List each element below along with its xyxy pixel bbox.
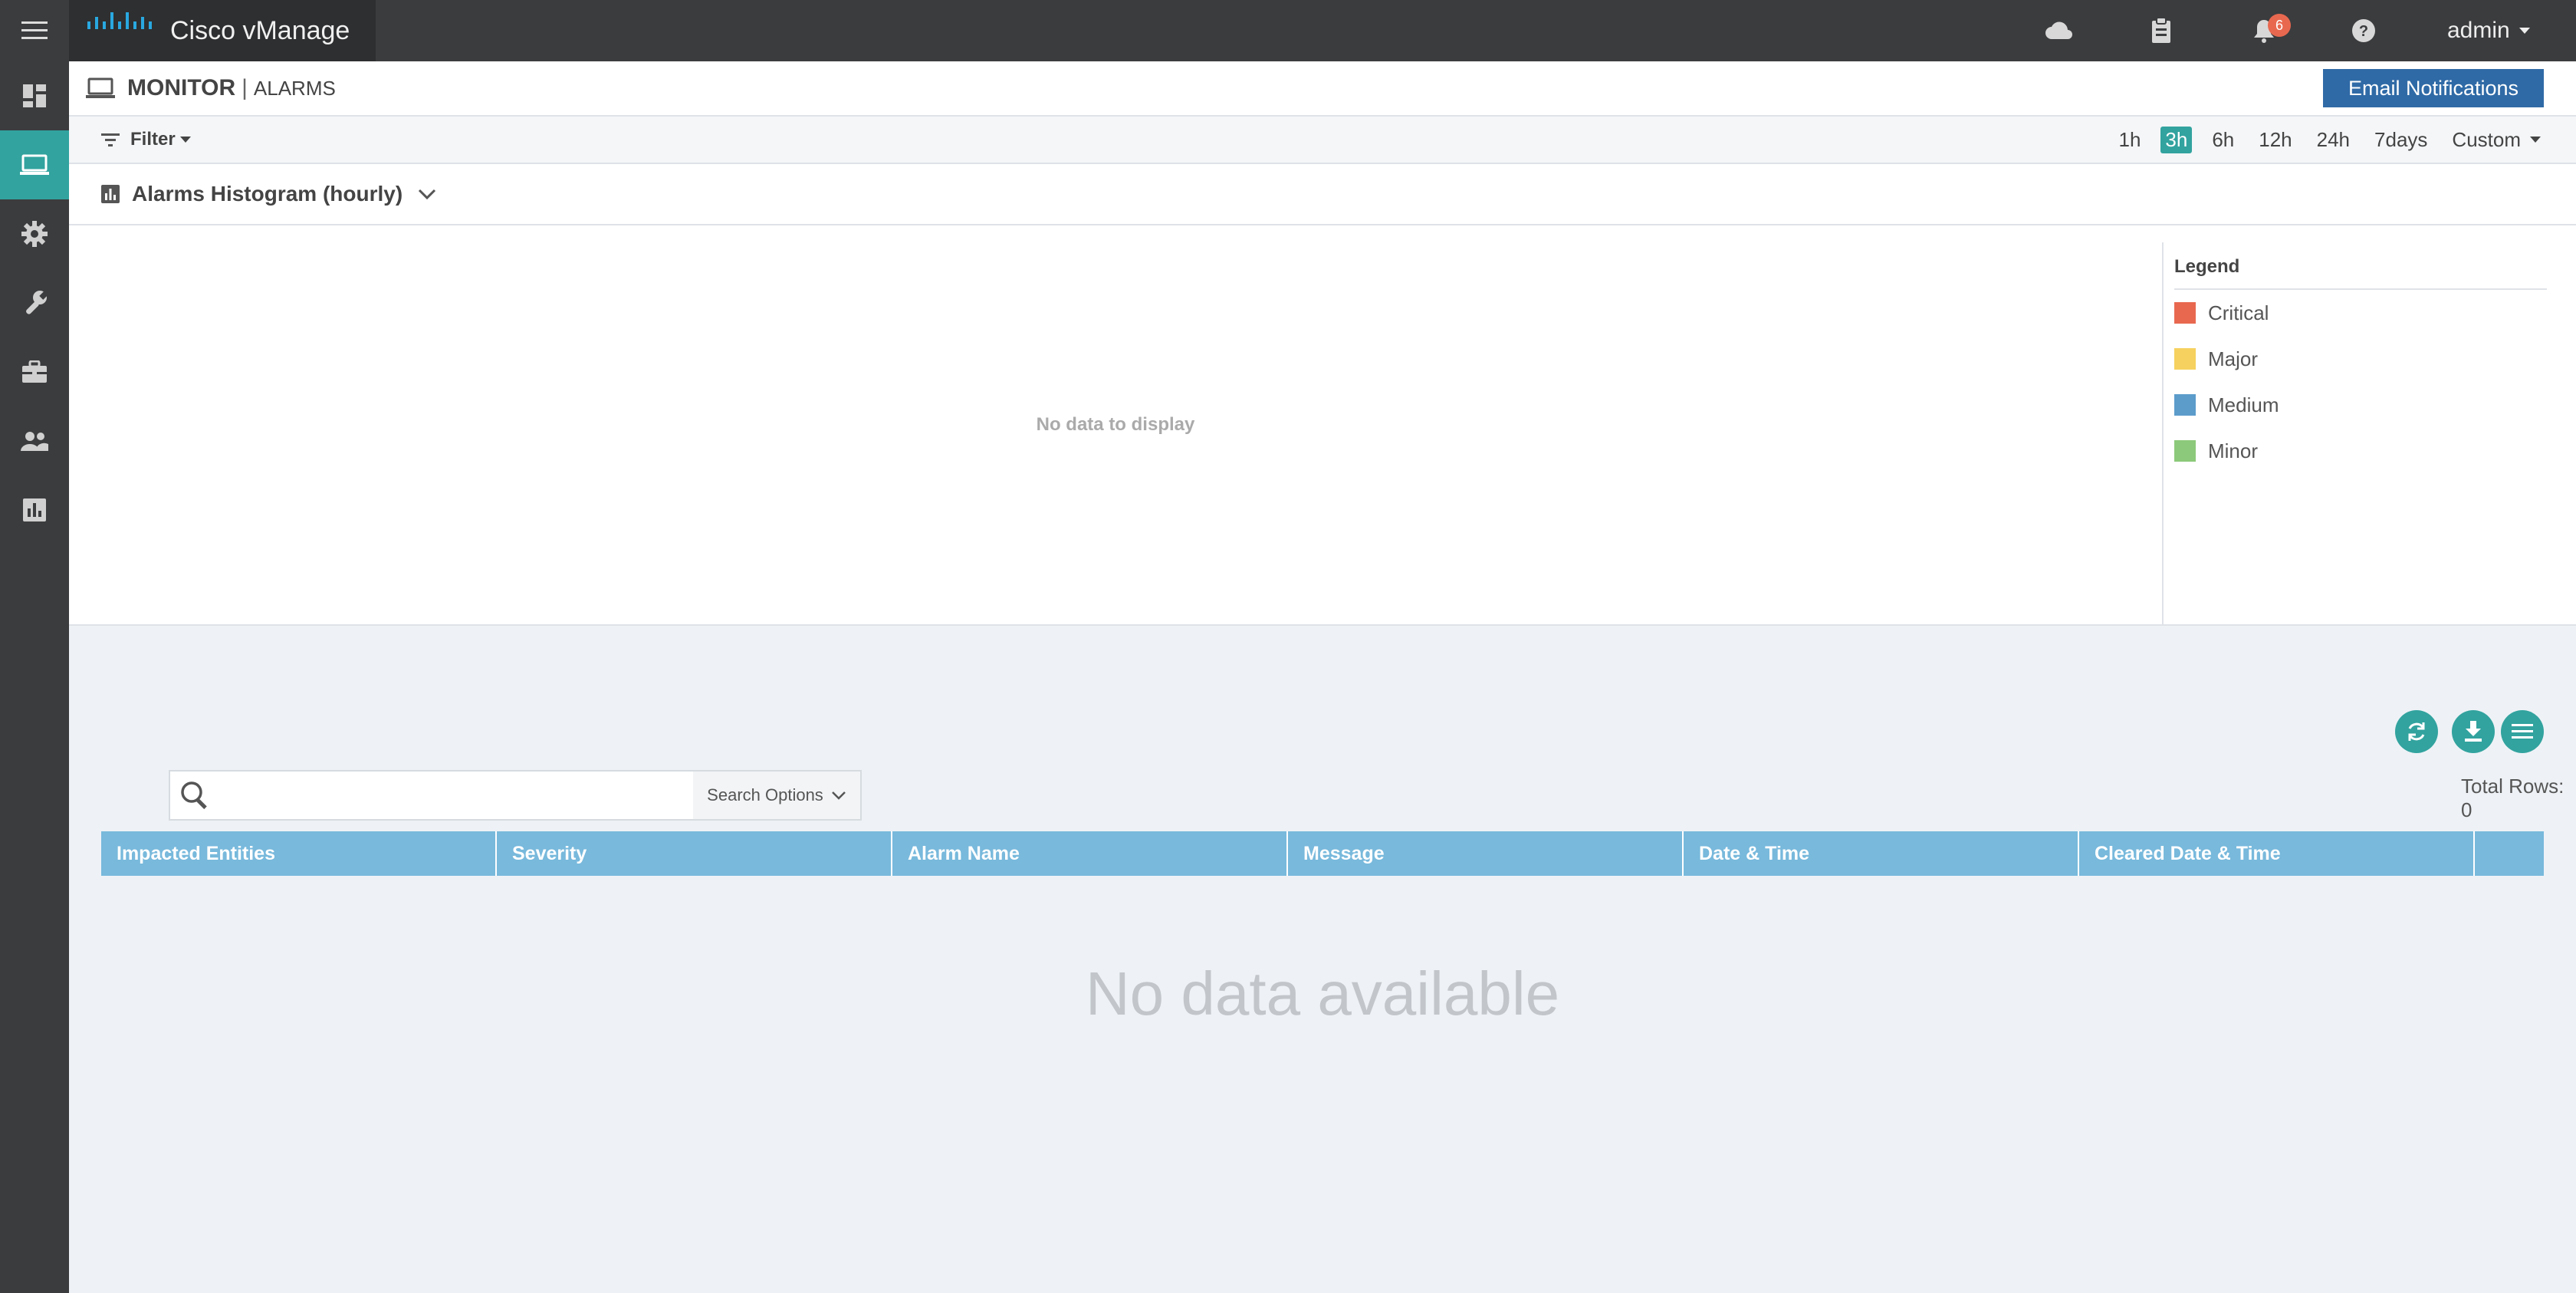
legend-item-minor: Minor: [2174, 428, 2547, 474]
users-icon: [21, 432, 48, 451]
chart-empty-message: No data to display: [1036, 414, 1195, 435]
dashboard-icon: [23, 84, 46, 107]
cisco-logo: [87, 12, 152, 29]
download-button[interactable]: [2452, 710, 2495, 753]
top-bar: Cisco vManage 6 ? admin: [0, 0, 2576, 61]
cloud-icon[interactable]: [2039, 0, 2078, 61]
chart-legend: Legend Critical Major Medium Minor: [2162, 242, 2547, 624]
menu-icon: [2512, 724, 2533, 739]
app-title: Cisco vManage: [170, 15, 350, 45]
page-title: MONITOR: [127, 75, 236, 100]
refresh-button[interactable]: [2395, 710, 2438, 753]
help-icon[interactable]: ?: [2344, 0, 2383, 61]
histogram-chart: No data to display Legend Critical Major…: [69, 225, 2576, 626]
histogram-title: Alarms Histogram (hourly): [132, 182, 403, 206]
search-options-label: Search Options: [707, 785, 823, 804]
table-header: Impacted Entities Severity Alarm Name Me…: [101, 831, 2544, 876]
legend-title: Legend: [2174, 256, 2547, 290]
time-range-custom-label: Custom: [2452, 127, 2521, 151]
time-range-3h[interactable]: 3h: [2160, 126, 2193, 153]
chevron-down-icon: [2518, 28, 2530, 34]
filter-icon: [101, 133, 120, 146]
column-header-severity[interactable]: Severity: [497, 831, 892, 876]
bar-chart-icon: [101, 185, 120, 203]
time-range-12h[interactable]: 12h: [2254, 127, 2296, 153]
sidebar-item-dashboard[interactable]: [0, 61, 69, 130]
sidebar: [0, 61, 69, 1293]
table-actions: [2395, 710, 2544, 753]
wrench-icon: [26, 291, 48, 314]
download-icon: [2465, 721, 2482, 742]
legend-label: Minor: [2208, 439, 2259, 462]
filter-bar: Filter 1h 3h 6h 12h 24h 7days Custom: [69, 117, 2576, 164]
time-range-custom[interactable]: Custom: [2447, 127, 2545, 153]
analytics-icon: [23, 498, 46, 521]
column-header-message[interactable]: Message: [1288, 831, 1684, 876]
sidebar-item-configuration[interactable]: [0, 199, 69, 268]
legend-swatch: [2174, 440, 2196, 462]
brand: Cisco vManage: [69, 0, 376, 61]
chevron-down-icon[interactable]: [418, 188, 436, 200]
time-range-24h[interactable]: 24h: [2312, 127, 2354, 153]
column-header-cleared-date-time[interactable]: Cleared Date & Time: [2079, 831, 2475, 876]
time-range-1h[interactable]: 1h: [2114, 127, 2145, 153]
column-header-impacted-entities[interactable]: Impacted Entities: [101, 831, 497, 876]
chevron-down-icon: [831, 791, 846, 800]
search-bar: Search Options: [169, 770, 862, 821]
briefcase-icon: [22, 360, 47, 383]
sidebar-item-analytics[interactable]: [0, 475, 69, 545]
legend-swatch: [2174, 302, 2196, 324]
time-range-6h[interactable]: 6h: [2207, 127, 2239, 153]
filter-dropdown[interactable]: Filter: [101, 129, 191, 150]
email-notifications-button[interactable]: Email Notifications: [2323, 69, 2544, 107]
time-range-selector: 1h 3h 6h 12h 24h 7days Custom: [2114, 117, 2545, 163]
column-header-date-time[interactable]: Date & Time: [1684, 831, 2079, 876]
legend-swatch: [2174, 394, 2196, 416]
gear-icon: [21, 221, 48, 247]
search-options-dropdown[interactable]: Search Options: [693, 772, 860, 819]
sidebar-item-maintenance[interactable]: [0, 337, 69, 406]
title-separator: |: [242, 75, 248, 100]
legend-label: Critical: [2208, 301, 2269, 324]
user-menu[interactable]: admin: [2447, 0, 2530, 61]
sidebar-item-administration[interactable]: [0, 406, 69, 475]
main-content: MONITOR | ALARMS Email Notifications Fil…: [69, 61, 2576, 1293]
legend-label: Major: [2208, 347, 2259, 370]
chevron-down-icon: [2530, 137, 2541, 143]
legend-swatch: [2174, 348, 2196, 370]
clipboard-icon[interactable]: [2142, 0, 2180, 61]
legend-item-medium: Medium: [2174, 382, 2547, 428]
notification-badge: 6: [2268, 14, 2291, 37]
page-subtitle: ALARMS: [253, 76, 336, 100]
refresh-icon: [2408, 722, 2425, 741]
histogram-header[interactable]: Alarms Histogram (hourly): [69, 164, 2576, 225]
table-settings-button[interactable]: [2501, 710, 2544, 753]
filter-label: Filter: [130, 129, 176, 150]
page-header: MONITOR | ALARMS Email Notifications: [69, 61, 2576, 117]
time-range-7days[interactable]: 7days: [2370, 127, 2432, 153]
table-empty-message: No data available: [1085, 959, 1560, 1028]
monitor-icon: [86, 77, 115, 98]
column-header-actions: [2475, 831, 2544, 876]
legend-label: Medium: [2208, 393, 2279, 416]
total-rows-count: Total Rows: 0: [2461, 775, 2564, 821]
column-header-alarm-name[interactable]: Alarm Name: [892, 831, 1288, 876]
search-input[interactable]: [218, 772, 681, 818]
sidebar-item-monitor[interactable]: [0, 130, 69, 199]
svg-text:?: ?: [2359, 23, 2368, 40]
legend-item-major: Major: [2174, 336, 2547, 382]
search-icon: [181, 781, 207, 810]
menu-icon[interactable]: [0, 0, 69, 61]
legend-item-critical: Critical: [2174, 290, 2547, 336]
monitor-icon: [20, 154, 49, 175]
chevron-down-icon: [179, 137, 191, 143]
notifications-button[interactable]: 6: [2245, 0, 2291, 61]
user-name: admin: [2447, 18, 2510, 43]
sidebar-item-tools[interactable]: [0, 268, 69, 337]
